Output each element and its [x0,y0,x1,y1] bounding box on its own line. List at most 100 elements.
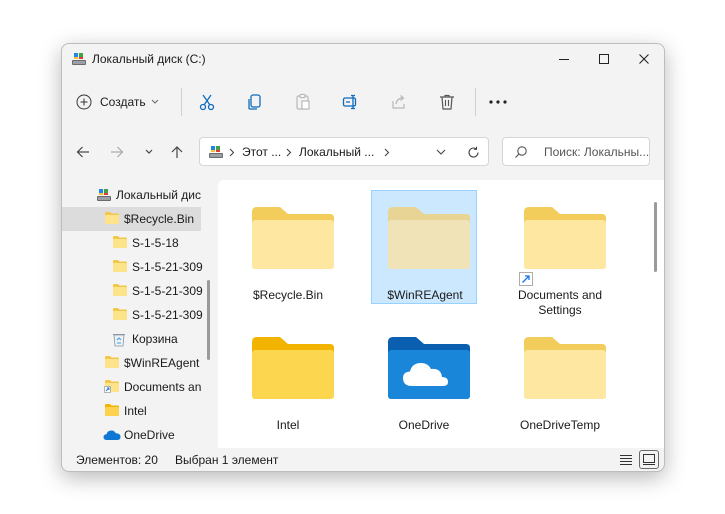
toolbar-divider [475,88,476,116]
plus-circle-icon [76,94,92,110]
sidebar-item-winreagent[interactable]: $WinREAgent [62,351,201,375]
sidebar-item-label: Documents an [124,380,202,394]
sidebar-item-label: $Recycle.Bin [124,212,195,226]
folder-icon [252,337,334,399]
delete-button[interactable] [433,90,461,114]
forward-button[interactable] [106,141,128,163]
chevron-right-icon [229,148,235,157]
onedrive-folder-icon [388,337,470,399]
sidebar-item-label: S-1-5-18 [132,236,179,250]
rename-icon [342,94,357,110]
rename-button[interactable] [337,90,365,114]
sidebar-item-documents-and-settings[interactable]: Documents an [62,375,201,399]
folder-icon [113,260,127,272]
arrow-up-icon [171,146,183,158]
chevron-down-icon [151,99,158,104]
file-item[interactable]: $Recycle.Bin [235,190,341,304]
paste-button[interactable] [289,90,317,114]
close-icon [639,54,649,64]
details-view-icon [620,455,632,465]
command-bar: Создать [62,82,664,122]
more-icon [489,100,507,104]
address-bar[interactable]: Этот ... Локальный ... [199,137,489,166]
large-icons-view-icon [643,454,655,465]
file-item[interactable]: Documents and Settings [507,190,613,317]
copy-icon [248,94,261,110]
file-item-label: OneDriveTemp [519,418,601,432]
delete-icon [440,94,454,110]
content-scrollbar[interactable] [654,202,657,272]
chevron-right-icon [286,148,292,157]
status-bar: Элементов: 20 Выбран 1 элемент [62,448,664,471]
back-button[interactable] [72,141,94,163]
file-item-label: $WinREAgent [387,288,463,302]
sidebar-item-folder[interactable]: S-1-5-18 [62,231,201,255]
sidebar-item-label: Intel [124,404,147,418]
share-icon [392,95,405,109]
close-button[interactable] [624,44,664,74]
shortcut-arrow-icon [519,272,533,286]
drive-icon [97,189,111,201]
file-item-label: $Recycle.Bin [252,288,324,302]
file-item-label: OneDrive [398,418,450,432]
cut-button[interactable] [193,90,221,114]
minimize-button[interactable] [544,44,584,74]
file-item-label: Intel [276,418,300,432]
breadcrumb-local-disk[interactable]: Локальный ... [299,145,374,159]
sidebar-scrollbar[interactable] [207,280,210,360]
sidebar-item-label: S-1-5-21-309 [132,308,203,322]
up-button[interactable] [166,141,188,163]
folder-icon [105,404,119,416]
address-history-button[interactable] [433,144,449,160]
file-item[interactable]: OneDriveTemp [507,320,613,434]
sidebar-item-label: Локальный дис [116,188,201,202]
navigation-pane: Локальный дис $Recycle.Bin S-1-5-18 S-1-… [62,180,212,448]
sidebar-item-recycle-bin-folder[interactable]: $Recycle.Bin [62,207,201,231]
refresh-icon [467,146,479,158]
details-view-button[interactable] [616,450,636,469]
sidebar-item-recycle-bin[interactable]: Корзина [62,327,201,351]
more-options-button[interactable] [484,90,512,114]
sidebar-item-folder[interactable]: S-1-5-21-309 [62,303,203,327]
maximize-button[interactable] [584,44,624,74]
share-button[interactable] [385,90,413,114]
paste-icon [296,93,310,110]
explorer-window: Локальный диск (C:) Создать Этот ... Лок… [61,43,665,472]
refresh-button[interactable] [465,144,481,160]
chevron-down-icon [436,149,446,155]
sidebar-item-label: S-1-5-21-309 [132,284,203,298]
sidebar-item-local-disk[interactable]: Локальный дис [62,183,201,207]
search-box[interactable]: Поиск: Локальны... [502,137,650,166]
tiles-view-button[interactable] [639,450,659,469]
sidebar-item-folder[interactable]: S-1-5-21-309 [62,255,203,279]
sidebar-item-folder[interactable]: S-1-5-21-309 [62,279,203,303]
navigation-bar: Этот ... Локальный ... Поиск: Локальны..… [62,134,664,172]
search-placeholder: Поиск: Локальны... [544,145,650,159]
item-count: Элементов: 20 [76,453,158,467]
create-button-label: Создать [100,95,146,109]
file-item[interactable]: OneDrive [371,320,477,434]
sidebar-item-label: OneDrive [124,428,175,442]
folder-icon [105,356,119,368]
folder-icon [105,212,119,224]
folder-shortcut-icon [104,380,119,393]
onedrive-icon [103,430,121,440]
file-list: $Recycle.Bin $WinREAgent Documents and S… [218,180,664,448]
copy-button[interactable] [241,90,269,114]
sidebar-item-onedrive[interactable]: OneDrive [62,423,201,447]
maximize-icon [599,54,609,64]
file-item-selected[interactable]: $WinREAgent [371,190,477,304]
breadcrumb-this-pc[interactable]: Этот ... [242,145,281,159]
sidebar-item-label: Корзина [132,332,178,346]
toolbar-divider [181,88,182,116]
drive-icon [72,53,86,65]
create-button[interactable]: Создать [76,90,159,114]
sidebar-item-intel[interactable]: Intel [62,399,201,423]
cut-icon [199,94,215,111]
folder-icon [252,207,334,269]
recent-locations-button[interactable] [138,141,160,163]
selection-count: Выбран 1 элемент [175,453,279,467]
recycle-bin-icon [113,334,125,347]
file-item[interactable]: Intel [235,320,341,434]
minimize-icon [559,59,569,60]
